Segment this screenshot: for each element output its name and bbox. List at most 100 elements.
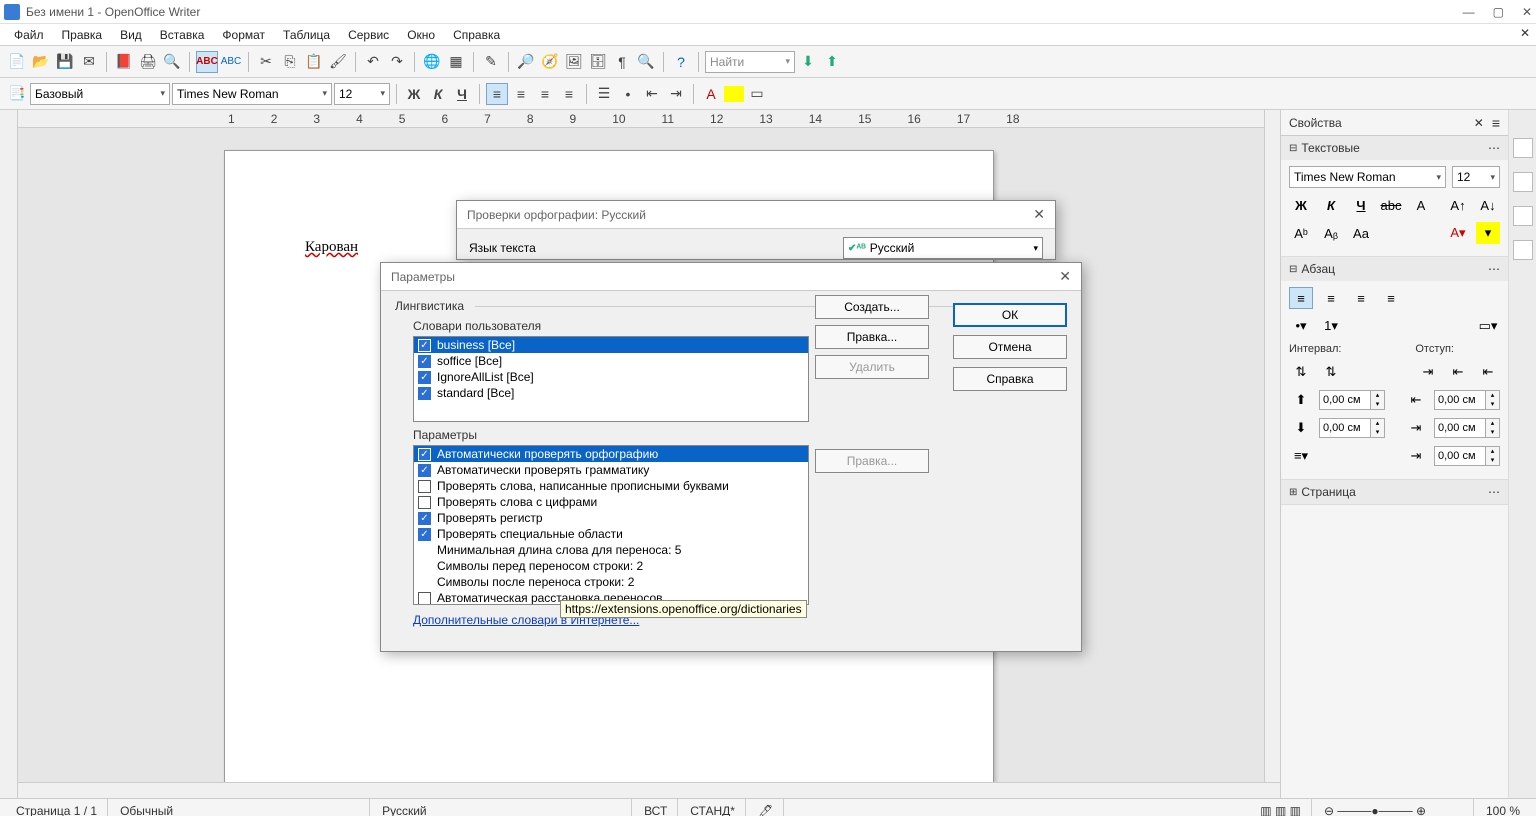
list-item[interactable]: ✓Автоматически проверять грамматику	[414, 462, 808, 478]
ok-button[interactable]: ОК	[953, 303, 1067, 327]
horizontal-scrollbar[interactable]	[18, 782, 1280, 798]
table-icon[interactable]: ▦	[445, 51, 467, 73]
menu-view[interactable]: Вид	[112, 26, 150, 44]
underline-button[interactable]: Ч	[451, 83, 473, 105]
status-sig[interactable]: 🖊	[748, 799, 784, 816]
bold-button[interactable]: Ж	[403, 83, 425, 105]
sb-bold-button[interactable]: Ж	[1289, 194, 1313, 216]
sb-highlight-button[interactable]: ▾	[1476, 222, 1500, 244]
menu-file[interactable]: Файл	[6, 26, 52, 44]
zoom-icon[interactable]: 🔍	[635, 51, 657, 73]
sb-space-inc[interactable]: ⇅	[1289, 361, 1313, 383]
sb-strike-button[interactable]: abc	[1379, 194, 1403, 216]
sb-align-left[interactable]: ≡	[1289, 287, 1313, 309]
sidebar-tab-properties[interactable]	[1513, 138, 1533, 158]
save-icon[interactable]: 💾	[54, 51, 76, 73]
email-icon[interactable]: ✉	[78, 51, 100, 73]
list-item[interactable]: Проверять слова с цифрами	[414, 494, 808, 510]
hyperlink-icon[interactable]: 🌐	[421, 51, 443, 73]
align-right-button[interactable]: ≡	[534, 83, 556, 105]
style-combo[interactable]: Базовый▾	[30, 83, 170, 105]
italic-button[interactable]: К	[427, 83, 449, 105]
indent-left-input[interactable]: ▴▾	[1434, 390, 1500, 410]
list-item[interactable]: ✓Автоматически проверять орфографию	[414, 446, 808, 462]
space-below-input[interactable]: ▴▾	[1319, 418, 1385, 438]
redo-icon[interactable]: ↷	[386, 51, 408, 73]
font-color-button[interactable]: A	[700, 83, 722, 105]
sb-indent-inc[interactable]: ⇥	[1416, 361, 1440, 383]
nonprinting-icon[interactable]: ¶	[611, 51, 633, 73]
spellcheck-icon[interactable]: ABC	[196, 51, 218, 73]
checkbox-icon[interactable]: ✓	[418, 387, 431, 400]
indent-button[interactable]: ⇥	[665, 83, 687, 105]
pdf-icon[interactable]: 📕	[113, 51, 135, 73]
edit-button[interactable]: Правка...	[815, 325, 929, 349]
new-icon[interactable]: 📄	[6, 51, 28, 73]
status-page[interactable]: Страница 1 / 1	[6, 799, 108, 816]
sidebar-tab-navigator[interactable]	[1513, 240, 1533, 260]
find-prev-icon[interactable]: ⬆	[821, 51, 843, 73]
checkbox-icon[interactable]: ✓	[418, 448, 431, 461]
copy-icon[interactable]: ⎘	[279, 51, 301, 73]
preview-icon[interactable]: 🔍	[161, 51, 183, 73]
sb-align-justify[interactable]: ≡	[1379, 287, 1403, 309]
sidebar-menu-icon[interactable]: ≡	[1492, 115, 1500, 131]
cut-icon[interactable]: ✂	[255, 51, 277, 73]
checkbox-icon[interactable]: ✓	[418, 371, 431, 384]
find-input[interactable]: Найти▾	[705, 51, 795, 73]
sb-bgcolor[interactable]: ▭▾	[1476, 315, 1500, 337]
menu-tools[interactable]: Сервис	[340, 26, 397, 44]
checkbox-icon[interactable]: ✓	[418, 355, 431, 368]
spellcheck-close-icon[interactable]: ✕	[1033, 206, 1045, 223]
checkbox-icon[interactable]: ✓	[418, 464, 431, 477]
list-item[interactable]: ✓IgnoreAllList [Все]	[414, 369, 808, 385]
highlight-button[interactable]	[724, 86, 744, 102]
sidebar-close-icon[interactable]: ✕	[1474, 116, 1484, 130]
list-item[interactable]: Минимальная длина слова для переноса: 5	[414, 542, 808, 558]
status-viewlayout[interactable]: ▥ ▥ ▥	[1250, 799, 1312, 816]
numbered-list-button[interactable]: ☰	[593, 83, 615, 105]
status-zoom[interactable]: 100 %	[1476, 799, 1530, 816]
status-style[interactable]: Обычный	[110, 799, 370, 816]
options-list[interactable]: ✓Автоматически проверять орфографию✓Авто…	[413, 445, 809, 605]
list-item[interactable]: Символы после переноса строки: 2	[414, 574, 808, 590]
help-button[interactable]: Справка	[953, 367, 1067, 391]
checkbox-icon[interactable]	[418, 480, 431, 493]
align-justify-button[interactable]: ≡	[558, 83, 580, 105]
list-item[interactable]: ✓Проверять регистр	[414, 510, 808, 526]
menu-table[interactable]: Таблица	[275, 26, 338, 44]
sidebar-size-combo[interactable]: 12▾	[1452, 166, 1500, 188]
checkbox-icon[interactable]: ✓	[418, 339, 431, 352]
indent-right-input[interactable]: ▴▾	[1434, 418, 1500, 438]
options-close-icon[interactable]: ✕	[1059, 268, 1071, 285]
sb-first-indent[interactable]: ⇤	[1476, 361, 1500, 383]
document-text[interactable]: Карован	[305, 239, 358, 256]
text-language-combo[interactable]: ✔ᴬᴮ Русский ▾	[843, 237, 1043, 259]
outdent-button[interactable]: ⇤	[641, 83, 663, 105]
close-button[interactable]: ✕	[1522, 5, 1532, 19]
checkbox-icon[interactable]	[418, 496, 431, 509]
sb-space-dec[interactable]: ⇅	[1319, 361, 1343, 383]
list-item[interactable]: ✓standard [Все]	[414, 385, 808, 401]
find-next-icon[interactable]: ⬇	[797, 51, 819, 73]
menu-window[interactable]: Окно	[399, 26, 443, 44]
sb-case-button[interactable]: Aa	[1349, 222, 1373, 244]
cancel-button[interactable]: Отмена	[953, 335, 1067, 359]
sb-numbering[interactable]: 1▾	[1319, 315, 1343, 337]
section-page-header[interactable]: ⊞Страница⋯	[1281, 480, 1508, 504]
checkbox-icon[interactable]: ✓	[418, 512, 431, 525]
list-item[interactable]: Проверять слова, написанные прописными б…	[414, 478, 808, 494]
find-icon[interactable]: 🔎	[515, 51, 537, 73]
sb-bullets[interactable]: •▾	[1289, 315, 1313, 337]
sb-super-button[interactable]: Aᵇ	[1289, 222, 1313, 244]
sb-italic-button[interactable]: К	[1319, 194, 1343, 216]
paste-icon[interactable]: 📋	[303, 51, 325, 73]
sb-underline-button[interactable]: Ч	[1349, 194, 1373, 216]
section-para-header[interactable]: ⊟Абзац⋯	[1281, 257, 1508, 281]
sidebar-tab-gallery[interactable]	[1513, 206, 1533, 226]
bullet-list-button[interactable]: •	[617, 83, 639, 105]
checkbox-icon[interactable]	[418, 592, 431, 605]
menu-format[interactable]: Формат	[214, 26, 273, 44]
sb-fontcolor-button[interactable]: A▾	[1446, 222, 1470, 244]
sb-shrink-button[interactable]: A↓	[1476, 194, 1500, 216]
